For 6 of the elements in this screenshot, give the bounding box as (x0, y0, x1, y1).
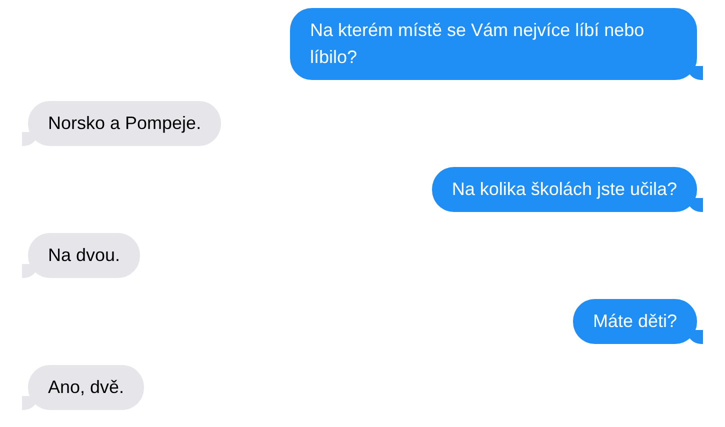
sent-message-bubble: Máte děti? (572, 299, 697, 344)
sent-message-bubble: Na kolika školách jste učila? (432, 167, 697, 212)
received-message-bubble: Na dvou. (28, 233, 140, 278)
received-message-bubble: Ano, dvě. (28, 365, 144, 410)
sent-message-bubble: Na kterém místě se Vám nejvíce líbí nebo líbilo? (290, 8, 697, 80)
received-message-bubble: Norsko a Pompeje. (28, 101, 222, 146)
